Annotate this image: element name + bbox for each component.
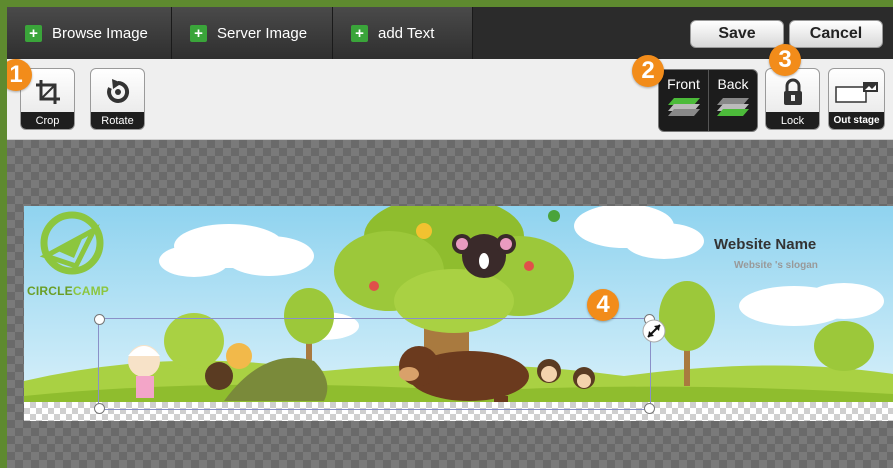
rotate-icon: [91, 75, 144, 109]
resize-handle-tl[interactable]: [94, 314, 105, 325]
layers-front-icon: [667, 98, 700, 116]
server-image-label: Server Image: [217, 24, 308, 42]
plus-icon: +: [190, 24, 207, 42]
server-image-button[interactable]: + Server Image: [172, 7, 333, 59]
add-text-label: add Text: [378, 24, 435, 42]
selection-box[interactable]: [94, 314, 666, 414]
resize-handle-br[interactable]: [644, 403, 655, 414]
lock-label: Lock: [766, 112, 819, 129]
rotate-label: Rotate: [91, 112, 144, 129]
add-text-button[interactable]: + add Text: [333, 7, 473, 59]
send-back-button[interactable]: Back: [708, 70, 757, 131]
save-button[interactable]: Save: [690, 20, 784, 48]
editor-window: + Browse Image + Server Image + add Text…: [7, 7, 893, 468]
bring-front-button[interactable]: Front: [659, 70, 708, 131]
website-slogan: Website 's slogan: [734, 260, 818, 271]
step-badge-2: 2: [632, 55, 664, 87]
out-stage-button[interactable]: Out stage: [828, 68, 885, 130]
website-name: Website Name: [714, 236, 817, 253]
browse-image-button[interactable]: + Browse Image: [7, 7, 172, 59]
plus-icon: +: [351, 24, 368, 42]
step-badge-3: 3: [769, 44, 801, 76]
resize-handle-bl[interactable]: [94, 403, 105, 414]
step-badge-4: 4: [587, 289, 619, 321]
crop-label: Crop: [21, 112, 74, 129]
layers-back-icon: [717, 98, 749, 116]
resize-cursor-icon: [642, 319, 666, 343]
app-frame: + Browse Image + Server Image + add Text…: [0, 0, 893, 468]
browse-image-label: Browse Image: [52, 24, 148, 42]
toolbar: Crop Rotate Front Back Lock Out stage: [7, 59, 893, 140]
out-stage-label: Out stage: [829, 112, 884, 129]
layer-order-group: Front Back: [658, 69, 758, 132]
plus-icon: +: [25, 24, 42, 42]
rotate-button[interactable]: Rotate: [90, 68, 145, 130]
canvas-stage[interactable]: CIRCLECAMP Website Name Website 's sloga…: [7, 140, 893, 468]
back-label: Back: [717, 76, 749, 92]
lock-button[interactable]: Lock: [765, 68, 820, 130]
lock-icon: [766, 75, 819, 109]
out-stage-icon: [829, 75, 884, 109]
cancel-button[interactable]: Cancel: [789, 20, 883, 48]
top-bar: + Browse Image + Server Image + add Text…: [7, 7, 893, 59]
logo-text: CIRCLECAMP: [27, 284, 110, 298]
front-label: Front: [667, 76, 700, 92]
